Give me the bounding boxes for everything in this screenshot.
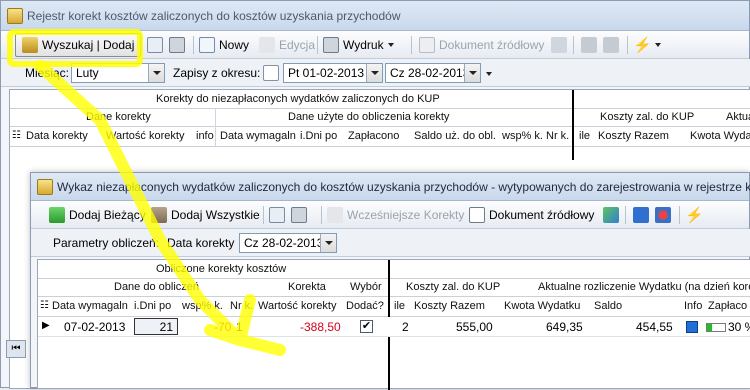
highlight-annotation xyxy=(7,29,286,356)
